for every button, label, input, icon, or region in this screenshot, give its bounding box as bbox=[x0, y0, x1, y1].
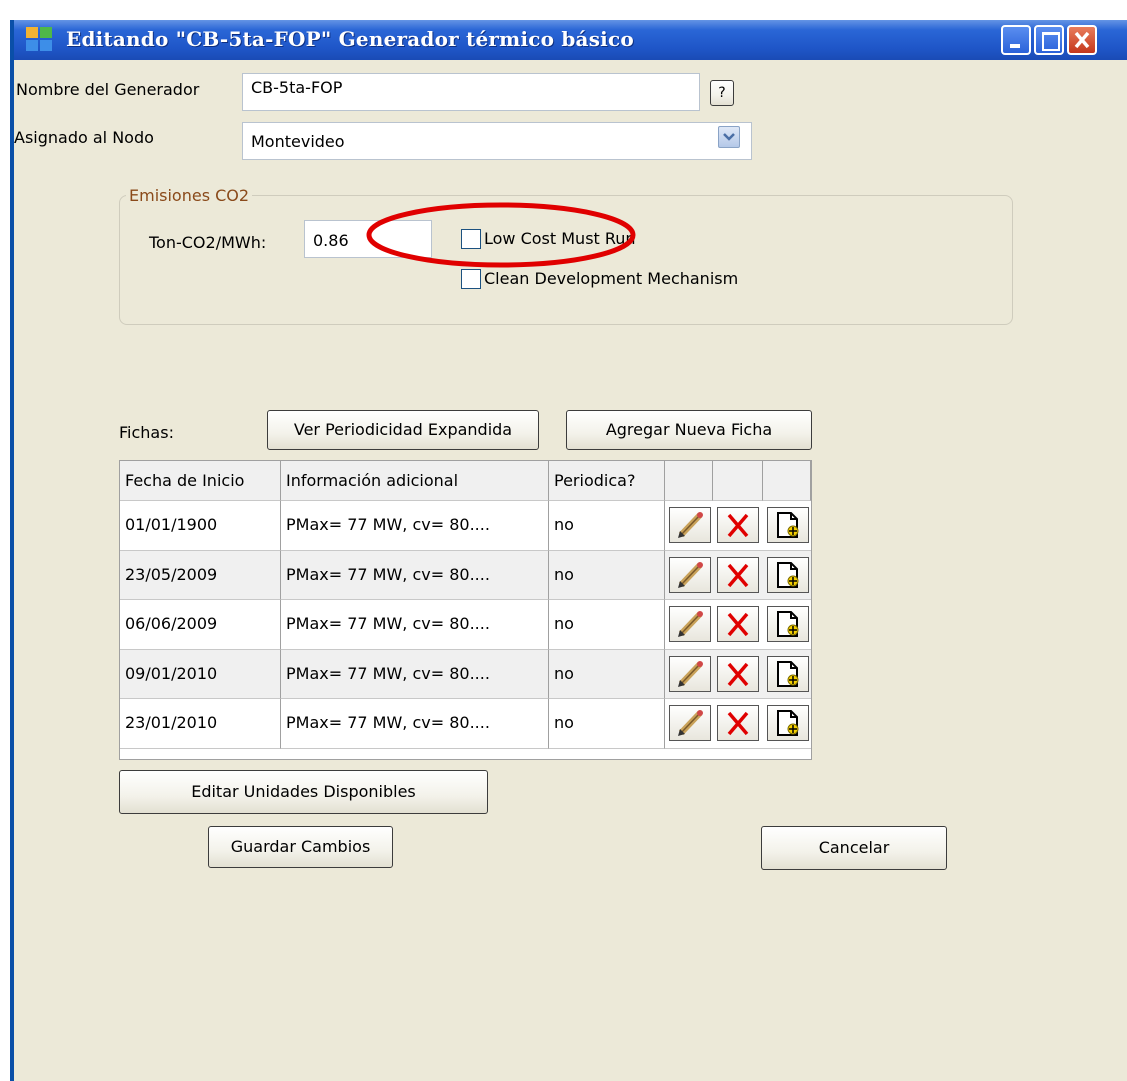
nodo-select[interactable]: Montevideo bbox=[242, 122, 752, 160]
delete-row-button[interactable] bbox=[717, 507, 759, 543]
fecha-cell: 23/05/2009 bbox=[120, 550, 281, 600]
edit-row-button[interactable] bbox=[669, 507, 711, 543]
periodica-cell: no bbox=[549, 550, 665, 600]
guardar-cambios-button[interactable]: Guardar Cambios bbox=[208, 826, 393, 868]
info-cell: PMax= 77 MW, cv= 80.... bbox=[281, 550, 549, 600]
info-cell: PMax= 77 MW, cv= 80.... bbox=[281, 600, 549, 650]
periodica-cell: no bbox=[549, 501, 665, 551]
edit-row-button[interactable] bbox=[669, 655, 711, 692]
nombre-input[interactable]: CB-5ta-FOP bbox=[242, 73, 700, 111]
emisiones-legend: Emisiones CO2 bbox=[126, 186, 253, 205]
delete-row-button[interactable] bbox=[717, 705, 759, 741]
fecha-cell: 06/06/2009 bbox=[120, 600, 281, 650]
nodo-dropdown-button[interactable] bbox=[718, 126, 740, 148]
copy-row-button[interactable] bbox=[767, 705, 809, 741]
cancelar-button[interactable]: Cancelar bbox=[761, 826, 947, 870]
table-row[interactable]: 06/06/2009 PMax= 77 MW, cv= 80.... no bbox=[120, 600, 811, 650]
minimize-button[interactable] bbox=[1001, 25, 1031, 55]
close-icon bbox=[1074, 31, 1090, 49]
red-highlight-ellipse bbox=[366, 202, 636, 268]
edit-row-button[interactable] bbox=[669, 556, 711, 593]
periodica-cell: no bbox=[549, 600, 665, 650]
table-row[interactable]: 01/01/1900 PMax= 77 MW, cv= 80.... no bbox=[120, 501, 811, 551]
fecha-cell: 01/01/1900 bbox=[120, 501, 281, 551]
delete-row-button[interactable] bbox=[717, 655, 759, 692]
nodo-select-value: Montevideo bbox=[251, 132, 345, 151]
fichas-label: Fichas: bbox=[119, 423, 174, 442]
copy-row-button[interactable] bbox=[767, 507, 809, 543]
column-header-delete bbox=[713, 461, 763, 501]
info-cell: PMax= 77 MW, cv= 80.... bbox=[281, 649, 549, 699]
nombre-label: Nombre del Generador bbox=[16, 80, 200, 99]
nodo-label: Asignado al Nodo bbox=[14, 128, 154, 147]
column-header-edit bbox=[665, 461, 713, 501]
maximize-button[interactable] bbox=[1034, 25, 1064, 55]
agregar-ficha-button[interactable]: Agregar Nueva Ficha bbox=[566, 410, 812, 450]
fecha-cell: 09/01/2010 bbox=[120, 649, 281, 699]
column-header[interactable]: Información adicional bbox=[281, 461, 549, 501]
edit-row-button[interactable] bbox=[669, 705, 711, 741]
app-icon bbox=[26, 27, 54, 53]
table-row[interactable]: 09/01/2010 PMax= 77 MW, cv= 80.... no bbox=[120, 649, 811, 699]
chevron-down-icon bbox=[723, 133, 735, 141]
fecha-cell: 23/01/2010 bbox=[120, 699, 281, 749]
editar-unidades-button[interactable]: Editar Unidades Disponibles bbox=[119, 770, 488, 814]
info-cell: PMax= 77 MW, cv= 80.... bbox=[281, 699, 549, 749]
ton-co2-label: Ton-CO2/MWh: bbox=[149, 233, 267, 252]
column-header-copy bbox=[763, 461, 811, 501]
table-row[interactable]: 23/01/2010 PMax= 77 MW, cv= 80.... no bbox=[120, 699, 811, 749]
periodica-cell: no bbox=[549, 649, 665, 699]
window-title: Editando "CB-5ta-FOP" Generador térmico … bbox=[66, 27, 634, 51]
copy-row-button[interactable] bbox=[767, 556, 809, 593]
title-bar[interactable]: Editando "CB-5ta-FOP" Generador térmico … bbox=[14, 20, 1127, 60]
help-button[interactable]: ? bbox=[710, 80, 734, 106]
column-header[interactable]: Fecha de Inicio bbox=[120, 461, 281, 501]
editor-window: Editando "CB-5ta-FOP" Generador térmico … bbox=[10, 20, 1127, 1081]
copy-row-button[interactable] bbox=[767, 655, 809, 692]
edit-row-button[interactable] bbox=[669, 606, 711, 642]
close-button[interactable] bbox=[1067, 25, 1097, 55]
delete-row-button[interactable] bbox=[717, 606, 759, 642]
copy-row-button[interactable] bbox=[767, 606, 809, 642]
minimize-icon bbox=[1003, 27, 1029, 53]
info-cell: PMax= 77 MW, cv= 80.... bbox=[281, 501, 549, 551]
periodica-cell: no bbox=[549, 699, 665, 749]
ver-periodicidad-button[interactable]: Ver Periodicidad Expandida bbox=[267, 410, 539, 450]
fichas-table: Fecha de Inicio Información adicional Pe… bbox=[119, 460, 812, 760]
column-header[interactable]: Periodica? bbox=[549, 461, 665, 501]
table-row[interactable]: 23/05/2009 PMax= 77 MW, cv= 80.... no bbox=[120, 550, 811, 600]
delete-row-button[interactable] bbox=[717, 556, 759, 593]
maximize-icon bbox=[1042, 32, 1060, 51]
